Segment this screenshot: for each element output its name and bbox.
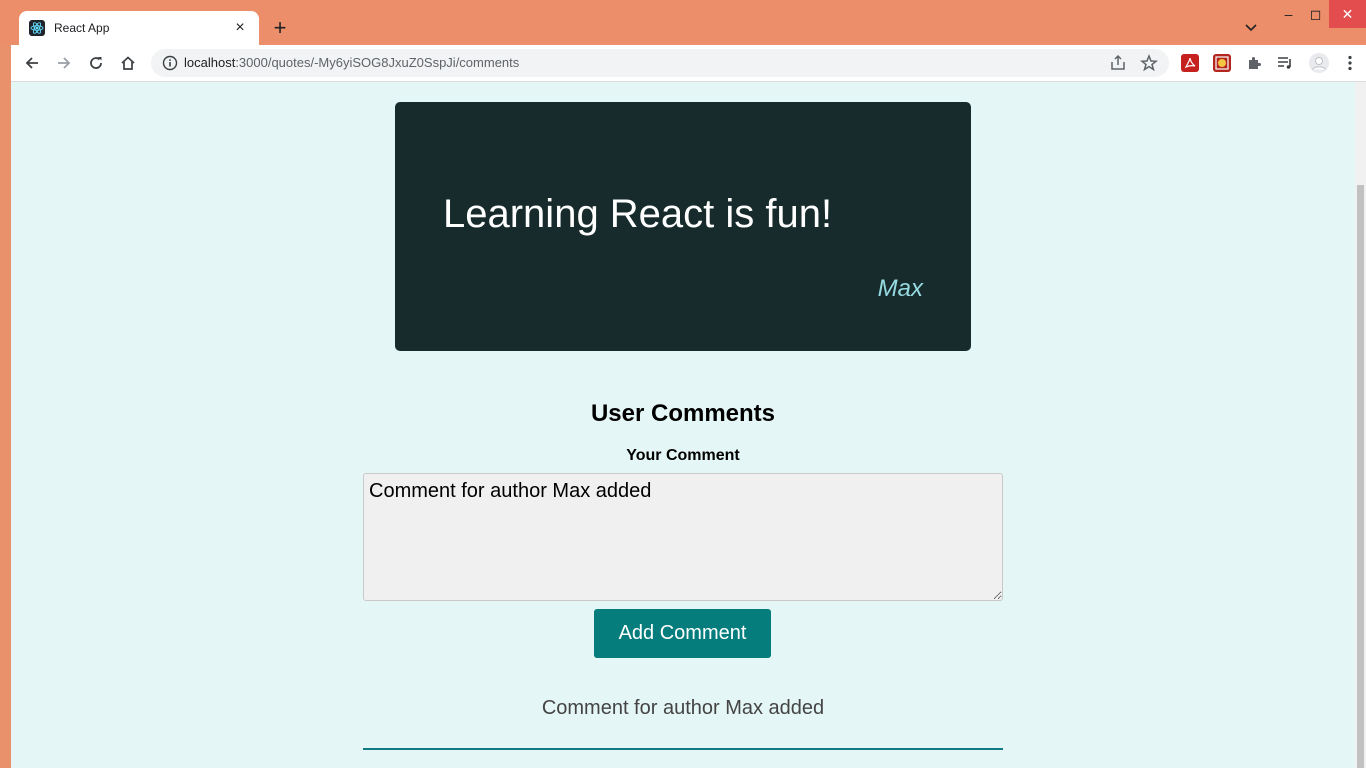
browser-tab[interactable]: React App × <box>19 11 259 45</box>
forward-arrow-icon[interactable] <box>53 52 75 74</box>
window-maximize-button[interactable]: ◻ <box>1301 0 1330 28</box>
pdf-extension-icon[interactable] <box>1181 54 1199 72</box>
url-text: localhost:3000/quotes/-My6yiSOG8JxuZ0Ssp… <box>184 55 520 70</box>
new-tab-button[interactable]: + <box>268 16 292 40</box>
quote-card: Learning React is fun! Max <box>395 102 971 351</box>
comment-field-label: Your Comment <box>626 447 740 464</box>
site-info-icon[interactable] <box>161 54 179 72</box>
quote-author: Max <box>877 275 923 302</box>
share-icon[interactable] <box>1108 53 1128 73</box>
tab-title: React App <box>54 21 110 35</box>
back-arrow-icon[interactable] <box>21 52 43 74</box>
page-viewport: Learning React is fun! Max User Comments… <box>11 82 1355 768</box>
profile-avatar-icon[interactable] <box>1308 52 1330 74</box>
media-playlist-icon[interactable] <box>1274 52 1296 74</box>
home-icon[interactable] <box>117 52 139 74</box>
bookmark-star-icon[interactable] <box>1139 53 1159 73</box>
browser-menu-icon[interactable] <box>1339 52 1361 74</box>
browser-titlebar: React App × + – ◻ ✕ <box>0 0 1366 45</box>
tab-search-icon[interactable] <box>1240 18 1262 38</box>
browser-toolbar: localhost:3000/quotes/-My6yiSOG8JxuZ0Ssp… <box>11 45 1366 82</box>
quote-text: Learning React is fun! <box>443 192 833 236</box>
comment-textarea[interactable]: Comment for author Max added <box>363 473 1003 601</box>
scrollbar-thumb[interactable] <box>1357 185 1364 768</box>
react-icon <box>29 20 45 36</box>
extensions-puzzle-icon[interactable] <box>1243 52 1265 74</box>
comments-heading: User Comments <box>590 400 776 427</box>
tab-close-icon[interactable]: × <box>231 20 249 36</box>
window-close-button[interactable]: ✕ <box>1329 0 1366 28</box>
window-minimize-button[interactable]: – <box>1274 0 1303 28</box>
address-bar[interactable]: localhost:3000/quotes/-My6yiSOG8JxuZ0Ssp… <box>151 49 1169 77</box>
screen-capture-extension-icon[interactable] <box>1213 54 1231 72</box>
add-comment-button[interactable]: Add Comment <box>594 609 771 658</box>
page-scrollbar[interactable] <box>1355 82 1366 768</box>
reload-icon[interactable] <box>85 52 107 74</box>
comment-divider <box>363 748 1003 750</box>
comment-list-item: Comment for author Max added <box>541 697 825 719</box>
